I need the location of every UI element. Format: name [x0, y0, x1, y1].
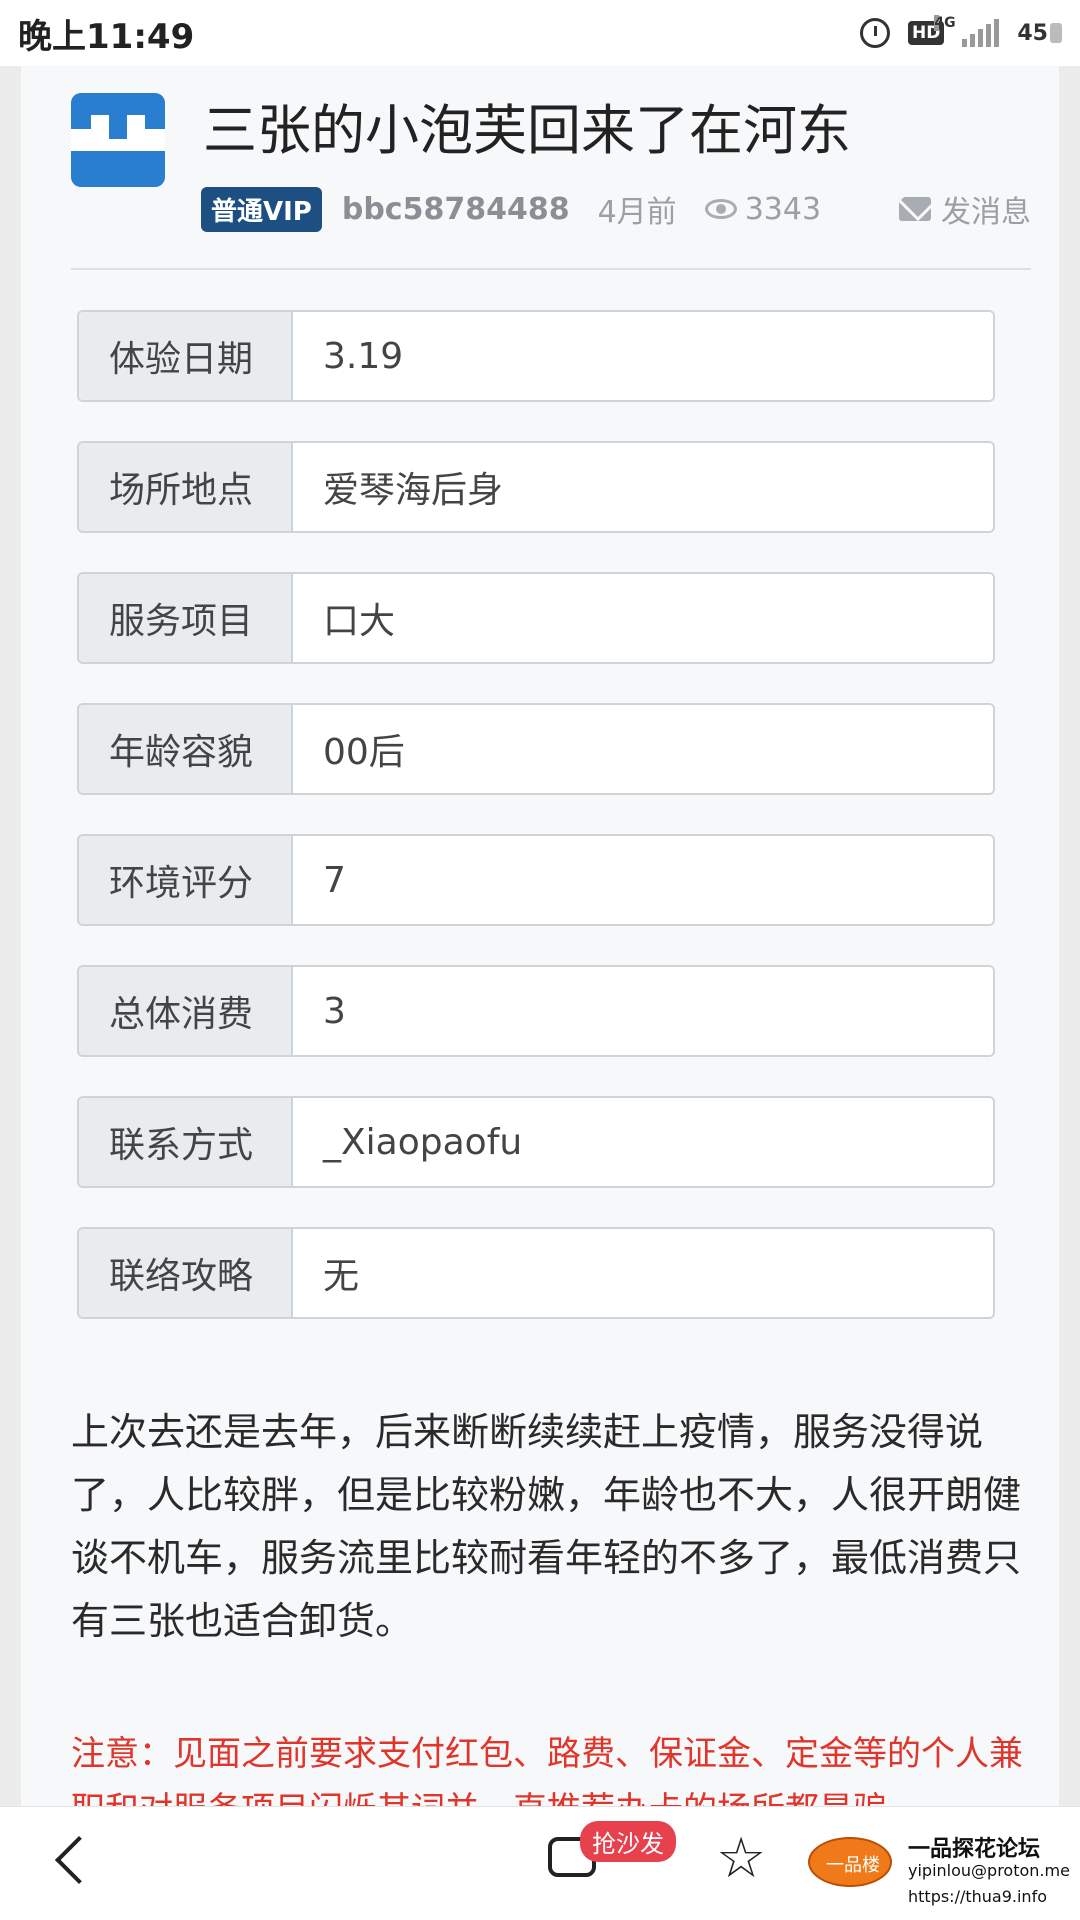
bottom-toolbar: 抢沙发 ☆ 一品楼 一品探花论坛 yipinlou@proton.me http… — [0, 1806, 1080, 1920]
field-row: 总体消费 3 — [77, 965, 995, 1057]
field-value: 3.19 — [293, 312, 993, 400]
post-body: 上次去还是去年，后来断断续续赶上疫情，服务没得说了，人比较胖，但是比较粉嫩，年龄… — [71, 1410, 1022, 1643]
field-label: 总体消费 — [79, 967, 293, 1055]
field-value: 3 — [293, 967, 993, 1055]
network-type: 4G — [934, 15, 956, 31]
battery-icon: 45 — [1017, 21, 1062, 46]
avatar[interactable] — [71, 93, 165, 187]
field-row: 场所地点 爱琴海后身 — [77, 441, 995, 533]
post-title: 三张的小泡芙回来了在河东 — [203, 99, 851, 162]
post-card: 三张的小泡芙回来了在河东 普通VIP bbc58784488 4月前 3343 … — [21, 66, 1059, 1830]
status-icons: HD 4G 45 — [860, 15, 1062, 48]
field-row: 年龄容貌 00后 — [77, 703, 995, 795]
status-bar: 晚上11:49 HD 4G 45 — [0, 0, 1080, 66]
forum-email: yipinlou@proton.me — [908, 1861, 1070, 1880]
view-count-value: 3343 — [744, 191, 822, 227]
info-fields: 体验日期 3.19 场所地点 爱琴海后身 服务项目 口大 年龄容貌 00后 环境… — [77, 310, 995, 1358]
author-username[interactable]: bbc58784488 — [342, 192, 570, 227]
signal-icon: 4G — [934, 15, 1000, 47]
divider — [71, 268, 1031, 270]
field-row: 联络攻略 无 — [77, 1227, 995, 1319]
field-label: 联络攻略 — [79, 1229, 293, 1317]
field-value: 口大 — [293, 574, 993, 662]
vip-badge: 普通VIP — [201, 186, 322, 232]
favorite-star-icon[interactable]: ☆ — [716, 1831, 766, 1887]
alarm-icon — [860, 18, 891, 48]
field-label: 年龄容貌 — [79, 705, 293, 793]
field-value: 无 — [293, 1229, 993, 1317]
post-time: 4月前 — [597, 195, 677, 230]
send-message-label: 发消息 — [941, 195, 1031, 230]
field-row: 服务项目 口大 — [77, 572, 995, 664]
field-value: 爱琴海后身 — [293, 443, 993, 531]
view-count: 3343 — [704, 191, 822, 227]
status-time: 晚上11:49 — [18, 16, 195, 57]
field-row: 体验日期 3.19 — [77, 310, 995, 402]
send-message-button[interactable]: 发消息 — [899, 187, 1031, 231]
battery-level: 45 — [1017, 20, 1048, 46]
field-row: 联系方式 _Xiaopaofu — [77, 1096, 995, 1188]
field-value: 7 — [293, 836, 993, 924]
field-label: 联系方式 — [79, 1098, 293, 1186]
mail-icon — [899, 197, 931, 221]
forum-logo-text: 一品楼 — [826, 1855, 880, 1876]
forum-name: 一品探花论坛 — [908, 1837, 1041, 1862]
field-label: 服务项目 — [79, 574, 293, 662]
field-label: 环境评分 — [79, 836, 293, 924]
post-meta: 普通VIP bbc58784488 4月前 3343 发消息 — [201, 186, 1031, 232]
field-label: 场所地点 — [79, 443, 293, 531]
field-label: 体验日期 — [79, 312, 293, 400]
comment-badge[interactable]: 抢沙发 — [580, 1821, 676, 1862]
forum-url: https://thua9.info — [908, 1887, 1047, 1906]
eye-icon — [704, 199, 737, 219]
field-value: 00后 — [293, 705, 993, 793]
field-row: 环境评分 7 — [77, 834, 995, 926]
back-arrow-icon[interactable] — [54, 1835, 104, 1885]
field-value: _Xiaopaofu — [293, 1098, 993, 1186]
